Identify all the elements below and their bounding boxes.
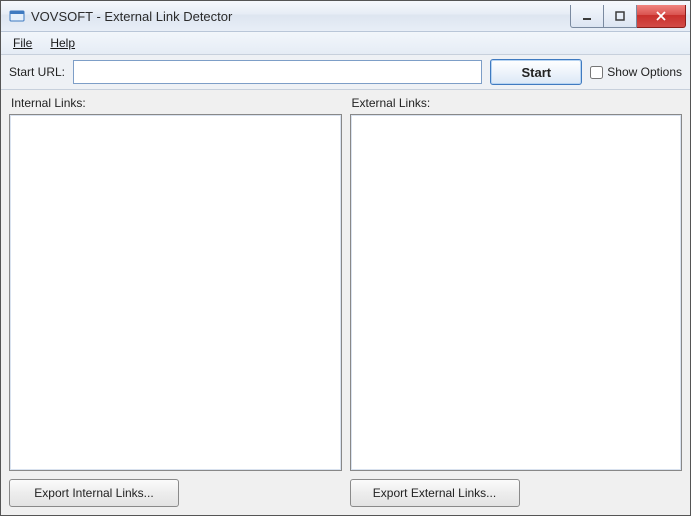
external-export-row: Export External Links...: [350, 471, 683, 507]
maximize-button[interactable]: [604, 5, 637, 28]
export-external-button[interactable]: Export External Links...: [350, 479, 520, 507]
window-title: VOVSOFT - External Link Detector: [31, 9, 570, 24]
app-window: VOVSOFT - External Link Detector File: [0, 0, 691, 516]
app-icon: [9, 8, 25, 24]
menu-help-label: Help: [50, 36, 75, 50]
external-links-label: External Links:: [350, 94, 683, 114]
internal-links-label: Internal Links:: [9, 94, 342, 114]
title-bar: VOVSOFT - External Link Detector: [1, 1, 690, 32]
show-options-label: Show Options: [607, 65, 682, 79]
export-internal-button[interactable]: Export Internal Links...: [9, 479, 179, 507]
menu-file[interactable]: File: [5, 34, 40, 52]
maximize-icon: [615, 11, 625, 21]
toolbar-row: Start URL: Start Show Options: [1, 55, 690, 90]
close-icon: [655, 11, 667, 21]
external-links-panel: External Links: Export External Links...: [350, 94, 683, 507]
start-url-label: Start URL:: [9, 65, 65, 79]
show-options-checkbox[interactable]: [590, 66, 603, 79]
window-controls: [570, 5, 686, 27]
main-content: Internal Links: Export Internal Links...…: [1, 90, 690, 515]
external-links-list[interactable]: [350, 114, 683, 471]
menu-help[interactable]: Help: [42, 34, 83, 52]
internal-export-row: Export Internal Links...: [9, 471, 342, 507]
minimize-icon: [582, 11, 592, 21]
start-url-input[interactable]: [73, 60, 482, 84]
menu-file-label: File: [13, 36, 32, 50]
menu-bar: File Help: [1, 32, 690, 55]
start-button[interactable]: Start: [490, 59, 582, 85]
close-button[interactable]: [637, 5, 686, 28]
internal-links-list[interactable]: [9, 114, 342, 471]
minimize-button[interactable]: [570, 5, 604, 28]
internal-links-panel: Internal Links: Export Internal Links...: [9, 94, 342, 507]
show-options-group[interactable]: Show Options: [590, 65, 682, 79]
